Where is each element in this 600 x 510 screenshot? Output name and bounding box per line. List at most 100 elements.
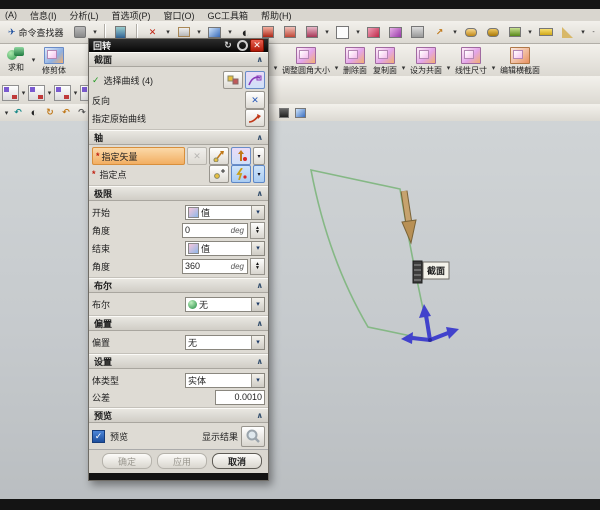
collapse-icon[interactable]: ∧ — [257, 319, 264, 328]
compare-icon[interactable] — [505, 22, 525, 42]
collapse-icon[interactable]: ∧ — [257, 189, 264, 198]
shaded-view-icon[interactable]: ◐ — [26, 105, 42, 120]
collapse-icon[interactable]: ∧ — [257, 357, 264, 366]
collapse-icon[interactable]: ∧ — [257, 133, 264, 142]
axis-arrow-right-shaft[interactable] — [430, 333, 448, 340]
vector-dropdown-icon[interactable]: ▾ — [253, 147, 265, 165]
dropdown-caret-icon[interactable]: ▾ — [20, 89, 27, 97]
reverse-direction-button[interactable]: ✕ — [245, 91, 265, 109]
boss-feature-icon[interactable] — [280, 22, 300, 42]
dropdown-caret-icon[interactable]: ▾ — [400, 64, 407, 72]
dropdown-caret-icon[interactable]: ▾ — [490, 64, 497, 72]
menu-item-gc-toolbox[interactable]: GC工具箱 — [207, 9, 250, 22]
menu-item-analysis[interactable]: 分析(L) — [69, 9, 100, 22]
start-angle-input[interactable]: 0 deg — [182, 223, 248, 238]
apply-button[interactable]: 应用 — [157, 453, 207, 469]
dialog-close-icon[interactable]: ✕ — [250, 39, 264, 52]
dropdown-caret-icon[interactable]: ▾ — [30, 56, 37, 64]
dropdown-caret-icon[interactable]: ▾ — [527, 28, 534, 36]
section-header-limits[interactable]: 极限 ∧ — [89, 186, 268, 201]
collapse-icon[interactable]: ∧ — [257, 411, 264, 420]
make-coplanar-button[interactable]: 设为共面 — [407, 46, 445, 77]
dropdown-arrow-icon[interactable]: ▾ — [251, 298, 264, 311]
dropdown-caret-icon[interactable]: ▾ — [452, 28, 459, 36]
axis-arrow-up-head[interactable] — [419, 304, 431, 318]
dialog-reset-icon[interactable]: ↻ — [222, 40, 234, 51]
dropdown-caret-icon[interactable]: ▾ — [165, 28, 172, 36]
link-body-icon[interactable] — [483, 22, 503, 42]
section-header-boolean[interactable]: 布尔 ∧ — [89, 278, 268, 293]
body-type-dropdown[interactable]: 实体 ▾ — [185, 373, 265, 388]
dialog-title-bar[interactable]: 回转 ↻ ✕ — [89, 39, 268, 52]
dropdown-arrow-icon[interactable]: ▾ — [251, 206, 264, 219]
collapse-icon[interactable]: ∧ — [257, 55, 264, 64]
dropdown-caret-icon[interactable]: ▾ — [3, 109, 10, 117]
offset-region-icon[interactable] — [386, 22, 406, 42]
delete-face-button[interactable]: 删除面 — [340, 46, 370, 77]
start-angle-spinner[interactable]: ▲▼ — [250, 222, 265, 239]
toolbar-overflow-icon[interactable]: - — [590, 29, 597, 36]
tolerance-input[interactable]: 0.0010 — [215, 390, 265, 405]
section-header-preview[interactable]: 预览 ∧ — [89, 408, 268, 423]
point-snap-button[interactable] — [231, 165, 251, 183]
dropdown-arrow-icon[interactable]: ▾ — [251, 374, 264, 387]
axis-arrow-up-shaft[interactable] — [426, 315, 430, 340]
point-dropdown-icon[interactable]: ▾ — [253, 165, 265, 183]
copy-face-button[interactable]: 复制面 — [370, 46, 400, 77]
offset-dropdown[interactable]: 无 ▾ — [185, 335, 265, 350]
section-header-offset[interactable]: 偏置 ∧ — [89, 316, 268, 331]
preview-checkbox[interactable]: ✓ — [92, 430, 105, 443]
section-header-axis[interactable]: 轴 ∧ — [89, 130, 268, 145]
resize-blend-button[interactable]: 调整圆角大小 — [279, 46, 333, 77]
section-header-settings[interactable]: 设置 ∧ — [89, 354, 268, 369]
dropdown-caret-icon[interactable]: ▾ — [272, 64, 279, 72]
command-finder-button[interactable]: ✈ 命令查找器 — [4, 23, 68, 42]
end-angle-spinner[interactable]: ▲▼ — [250, 258, 265, 275]
vector-arrow-head[interactable] — [402, 220, 416, 243]
specify-vector-row[interactable]: * 指定矢量 — [92, 147, 185, 165]
datum-axis-icon[interactable] — [28, 85, 45, 101]
dropdown-caret-icon[interactable]: ▾ — [355, 28, 362, 36]
linear-dimension-button[interactable]: 线性尺寸 — [452, 46, 490, 77]
cancel-button[interactable]: 取消 — [212, 453, 262, 469]
menu-item-window[interactable]: 窗口(O) — [163, 9, 196, 22]
select-curve-button[interactable] — [245, 71, 265, 89]
pan-view-icon[interactable]: ↶ — [58, 105, 74, 120]
curve-rule-icon[interactable] — [223, 71, 243, 89]
dropdown-caret-icon[interactable]: ▾ — [324, 28, 331, 36]
dropdown-arrow-icon[interactable]: ▾ — [251, 242, 264, 255]
snapshot-icon[interactable] — [276, 105, 292, 120]
end-angle-input[interactable]: 360 deg — [182, 259, 248, 274]
axis-arrow-right-head[interactable] — [446, 327, 459, 339]
origin-curve-button[interactable] — [245, 109, 265, 127]
section-header-section[interactable]: 截面 ∧ — [89, 52, 268, 67]
datum-plane-icon[interactable] — [2, 85, 19, 101]
link-face-icon[interactable] — [461, 22, 481, 42]
dropdown-caret-icon[interactable]: ▾ — [92, 28, 99, 36]
sketch-profile-curve[interactable] — [311, 170, 430, 340]
datum-vector-icon[interactable]: ↗ — [430, 22, 450, 42]
touch-mode-icon[interactable] — [70, 22, 90, 42]
dropdown-caret-icon[interactable]: ▾ — [196, 28, 203, 36]
collapse-icon[interactable]: ∧ — [257, 281, 264, 290]
menu-item-preferences[interactable]: 首选项(P) — [111, 9, 152, 22]
edit-cross-section-button[interactable]: 编辑横截面 — [497, 46, 543, 77]
dropdown-caret-icon[interactable]: ▾ — [227, 28, 234, 36]
end-type-dropdown[interactable]: 值 ▾ — [185, 241, 265, 256]
pocket-feature-icon[interactable] — [302, 22, 322, 42]
point-dialog-button[interactable] — [209, 165, 229, 183]
axis-origin-point[interactable] — [428, 338, 432, 342]
move-face-icon[interactable] — [364, 22, 384, 42]
dropdown-arrow-icon[interactable]: ▾ — [251, 336, 264, 349]
menu-item-information[interactable]: 信息(I) — [29, 9, 58, 22]
start-type-dropdown[interactable]: 值 ▾ — [185, 205, 265, 220]
dropdown-caret-icon[interactable]: ▾ — [333, 64, 340, 72]
dropdown-caret-icon[interactable]: ▾ — [445, 64, 452, 72]
rotate-view-icon[interactable]: ↻ — [42, 105, 58, 120]
datum-csys-icon[interactable] — [54, 85, 71, 101]
section-strip-icon[interactable] — [536, 22, 556, 42]
menu-item-assembly[interactable]: (A) — [4, 10, 18, 20]
measure-angle-icon[interactable] — [558, 22, 578, 42]
dropdown-caret-icon[interactable]: ▾ — [72, 89, 79, 97]
blank-sketch-icon[interactable] — [333, 22, 353, 42]
